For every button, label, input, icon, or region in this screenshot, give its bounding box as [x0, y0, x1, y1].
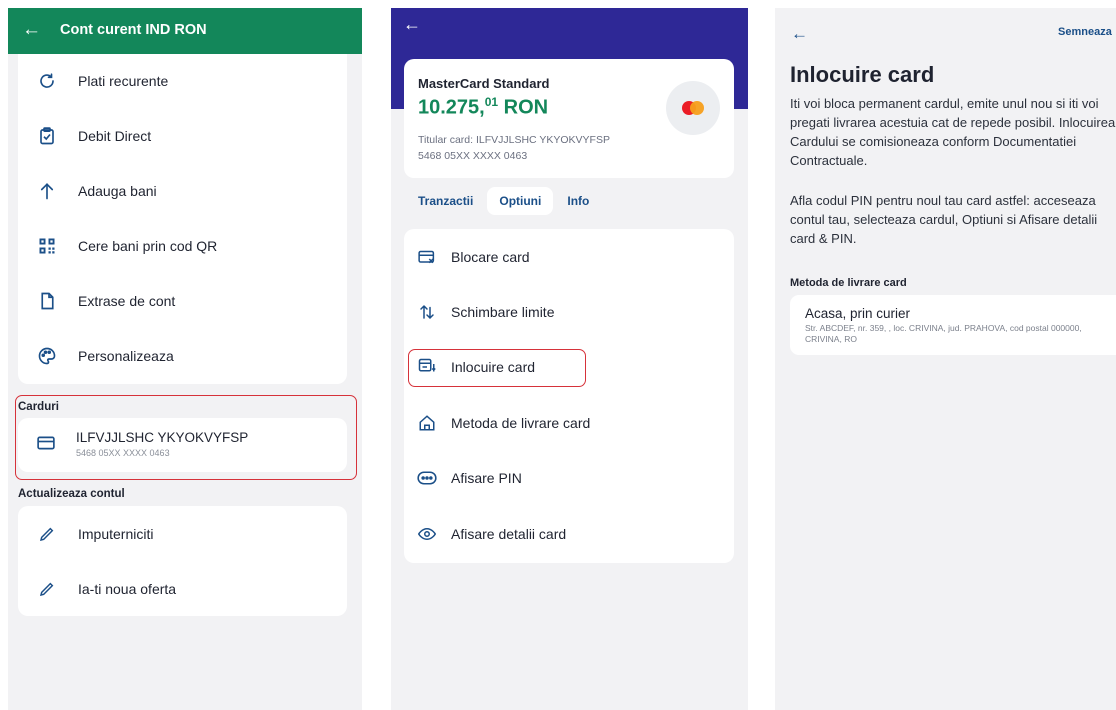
pin-info-paragraph: Afla codul PIN pentru noul tau card astf… [790, 193, 1098, 246]
options-panel: Blocare card Schimbare limite Inlocuire … [404, 229, 734, 563]
menu-item-plati-recurente[interactable]: Plati recurente [18, 63, 347, 99]
menu-item-noua-oferta[interactable]: Ia-ti noua oferta [18, 571, 347, 607]
replace-card-screen: ← Semneaza Inlocuire card Iti voi bloca … [775, 8, 1116, 710]
menu-item-imputerniciti[interactable]: Imputerniciti [18, 516, 347, 552]
option-label: Metoda de livrare card [451, 415, 591, 431]
update-panel: Imputerniciti Ia-ti noua oferta [18, 506, 347, 616]
menu-item-label: Personalizeaza [78, 348, 174, 364]
card-number: 5468 05XX XXXX 0463 [418, 150, 528, 162]
balance-main: 10.275, [418, 96, 485, 119]
delivery-method-option[interactable]: Acasa, prin curier Str. ABCDEF, nr. 359,… [790, 295, 1116, 355]
option-schimbare-limite[interactable]: Schimbare limite [404, 294, 734, 330]
balance-currency: RON [498, 96, 549, 119]
arrow-up-icon [36, 182, 58, 200]
option-label: Blocare card [451, 249, 530, 265]
credit-card-icon [37, 436, 55, 455]
option-label: Afisare PIN [451, 470, 522, 486]
card-screen: ← MasterCard Standard 10.275,01 RON Titu… [391, 8, 748, 710]
card-balance: 10.275,01 RON [418, 95, 548, 120]
menu-item-adauga-bani[interactable]: Adauga bani [18, 173, 347, 209]
tab-bar: Tranzactii Optiuni Info [407, 186, 601, 216]
option-afisare-pin[interactable]: Afisare PIN [404, 460, 734, 496]
pencil-icon [36, 581, 58, 597]
account-header: ← Cont curent IND RON [8, 8, 362, 54]
menu-item-cere-bani-qr[interactable]: Cere bani prin cod QR [18, 228, 347, 264]
card-holder-name: ILFVJJLSHC YKYOKVYFSP [76, 430, 249, 445]
card-product-name: MasterCard Standard [418, 76, 550, 91]
tab-info[interactable]: Info [555, 187, 601, 215]
menu-item-label: Ia-ti noua oferta [78, 581, 177, 597]
option-label: Afisare detalii card [451, 526, 567, 542]
arrow-left-icon[interactable]: ← [22, 19, 41, 41]
page-title: Cont curent IND RON [60, 22, 207, 38]
menu-item-label: Imputerniciti [78, 526, 154, 542]
card-holder: Titular card: ILFVJJLSHC YKYOKVYFSP [418, 134, 610, 146]
menu-item-label: Adauga bani [78, 183, 157, 199]
account-screen: ← Cont curent IND RON Plati recurente De… [8, 8, 362, 710]
pencil-icon [36, 526, 58, 542]
tab-optiuni[interactable]: Optiuni [487, 187, 554, 215]
menu-item-personalizeaza[interactable]: Personalizeaza [18, 338, 347, 374]
section-title-carduri: Carduri [18, 401, 59, 413]
menu-item-debit-direct[interactable]: Debit Direct [18, 118, 347, 154]
menu-item-label: Debit Direct [78, 128, 152, 144]
qr-code-icon [36, 237, 58, 255]
menu-item-label: Extrase de cont [78, 293, 176, 309]
option-label: Schimbare limite [451, 304, 555, 320]
card-number: 5468 05XX XXXX 0463 [76, 448, 170, 458]
section-title-actualizeaza: Actualizeaza contul [18, 488, 125, 500]
eye-icon [416, 527, 438, 541]
highlight-box [408, 349, 586, 387]
delivery-title: Acasa, prin curier [805, 306, 911, 321]
card-summary: MasterCard Standard 10.275,01 RON Titula… [404, 59, 734, 178]
document-icon [36, 292, 58, 310]
delivery-method-label: Metoda de livrare card [790, 277, 907, 289]
option-metoda-livrare[interactable]: Metoda de livrare card [404, 405, 734, 441]
mastercard-logo-icon [666, 81, 720, 135]
delivery-address: Str. ABCDEF, nr. 359, , loc. CRIVINA, ju… [805, 323, 1082, 344]
home-icon [416, 414, 438, 432]
palette-icon [36, 347, 58, 365]
menu-item-extrase-cont[interactable]: Extrase de cont [18, 283, 347, 319]
clipboard-check-icon [36, 127, 58, 145]
balance-decimals: 01 [484, 95, 499, 109]
menu-item-label: Plati recurente [78, 73, 169, 89]
card-block-icon [416, 250, 438, 265]
menu-item-label: Cere bani prin cod QR [78, 238, 218, 254]
arrows-up-down-icon [416, 303, 438, 321]
option-blocare-card[interactable]: Blocare card [404, 239, 734, 275]
refresh-icon [36, 72, 58, 90]
option-afisare-detalii[interactable]: Afisare detalii card [404, 516, 734, 552]
sign-button[interactable]: Semneaza [1058, 26, 1112, 38]
arrow-left-icon[interactable]: ← [791, 24, 808, 44]
tab-tranzactii[interactable]: Tranzactii [407, 187, 485, 215]
card-list-item[interactable]: ILFVJJLSHC YKYOKVYFSP 5468 05XX XXXX 046… [18, 418, 347, 472]
arrow-left-icon[interactable]: ← [403, 14, 421, 35]
info-paragraph: Iti voi bloca permanent cardul, emite un… [790, 96, 1116, 168]
pin-dots-icon [416, 471, 438, 485]
page-title: Inlocuire card [790, 62, 935, 87]
account-menu-panel: Plati recurente Debit Direct Adauga bani… [18, 54, 347, 384]
